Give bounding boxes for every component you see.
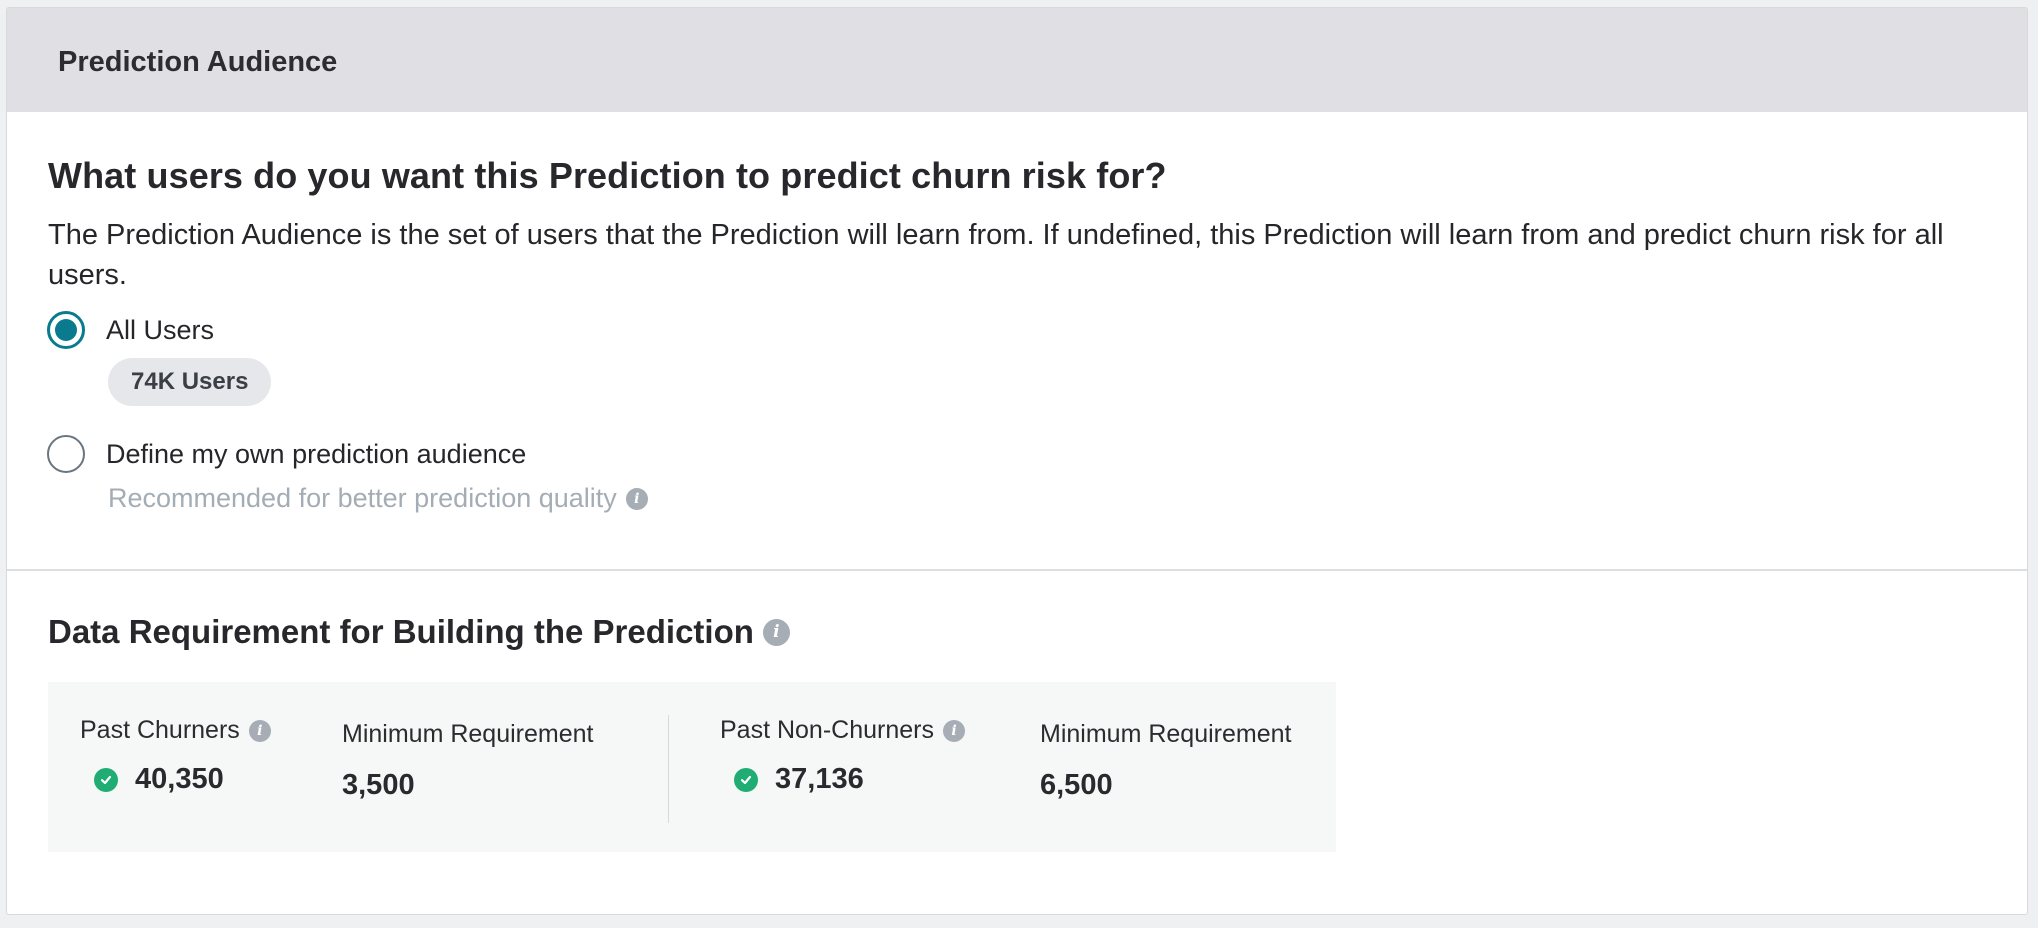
audience-description: The Prediction Audience is the set of us… xyxy=(48,219,1944,291)
info-icon[interactable]: i xyxy=(762,618,790,646)
requirement-title: Data Requirement for Building the Predic… xyxy=(48,613,790,651)
user-count-badge: 74K Users xyxy=(108,358,272,406)
audience-section: What users do you want this Prediction t… xyxy=(7,112,2027,571)
min-requirement-value: 3,500 xyxy=(342,769,415,801)
past-non-churners-label: Past Non-Churners i xyxy=(720,716,965,745)
past-churners-value: 40,350 xyxy=(80,763,271,796)
info-icon[interactable]: i xyxy=(248,719,271,742)
non-churners-min-requirement: Minimum Requirement 6,500 xyxy=(1040,720,1291,802)
divider xyxy=(668,715,669,823)
requirement-stats: Past Churners i 40,350 Minimum Requireme… xyxy=(48,682,1336,852)
data-requirement-section: Data Requirement for Building the Predic… xyxy=(7,571,2027,914)
min-requirement-value: 6,500 xyxy=(1040,769,1113,801)
info-icon[interactable]: i xyxy=(625,487,648,510)
hint-text: Recommended for better prediction qualit… xyxy=(108,483,617,513)
min-requirement-label: Minimum Requirement xyxy=(1040,720,1292,748)
all-users-radio[interactable] xyxy=(47,311,85,349)
past-non-churners-value: 37,136 xyxy=(720,763,965,796)
define-audience-hint: Recommended for better prediction qualit… xyxy=(108,483,648,514)
check-circle-icon xyxy=(94,767,118,792)
define-audience-radio[interactable] xyxy=(47,435,85,473)
prediction-audience-panel: Prediction Audience What users do you wa… xyxy=(6,7,2028,915)
panel-title: Prediction Audience xyxy=(58,45,338,78)
past-non-churners-stat: Past Non-Churners i 37,136 xyxy=(720,716,965,796)
option-all-users[interactable]: All Users xyxy=(47,311,214,349)
past-churners-stat: Past Churners i 40,350 xyxy=(80,716,271,796)
check-circle-icon xyxy=(734,767,758,792)
churners-min-requirement: Minimum Requirement 3,500 xyxy=(342,720,593,802)
option-define-audience[interactable]: Define my own prediction audience xyxy=(47,435,526,473)
requirement-title-text: Data Requirement for Building the Predic… xyxy=(48,613,754,650)
audience-question: What users do you want this Prediction t… xyxy=(48,155,1167,196)
define-audience-label[interactable]: Define my own prediction audience xyxy=(106,439,526,470)
panel-header: Prediction Audience xyxy=(7,8,2027,112)
past-churners-label: Past Churners i xyxy=(80,716,271,745)
all-users-label[interactable]: All Users xyxy=(106,315,214,346)
info-icon[interactable]: i xyxy=(942,719,965,742)
min-requirement-label: Minimum Requirement xyxy=(342,720,594,748)
